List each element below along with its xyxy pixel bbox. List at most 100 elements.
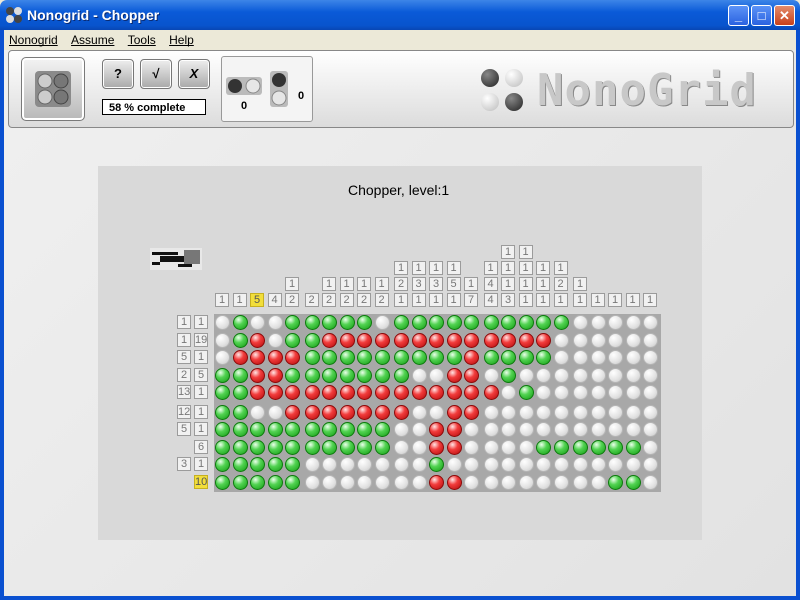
grid-cell-empty[interactable] xyxy=(322,457,337,472)
row-clue[interactable]: 5 xyxy=(177,422,191,436)
row-clue[interactable]: 1 xyxy=(177,332,191,347)
grid-cell-empty[interactable] xyxy=(339,474,355,490)
grid-cell-red[interactable] xyxy=(285,404,300,420)
column-clue[interactable]: 1 xyxy=(339,277,354,291)
column-clue[interactable]: 4 xyxy=(267,293,282,307)
column-clue[interactable]: 1 xyxy=(232,293,247,307)
grid-cell-empty[interactable] xyxy=(501,457,516,472)
row-clue[interactable]: 3 xyxy=(177,457,191,471)
grid-cell-green[interactable] xyxy=(232,385,248,400)
grid-cell-empty[interactable] xyxy=(590,422,606,437)
grid-cell-green[interactable] xyxy=(267,457,283,472)
column-clue[interactable]: 1 xyxy=(483,261,498,275)
grid-cell-empty[interactable] xyxy=(411,367,427,383)
column-clue[interactable]: 1 xyxy=(553,293,568,307)
grid-cell-empty[interactable] xyxy=(483,474,499,490)
new-puzzle-button[interactable] xyxy=(21,57,85,121)
grid-cell-green[interactable] xyxy=(518,315,534,330)
grid-cell-empty[interactable] xyxy=(553,385,569,400)
grid-cell-red[interactable] xyxy=(304,404,320,420)
grid-cell-green[interactable] xyxy=(394,315,409,330)
grid-cell-red[interactable] xyxy=(446,439,462,455)
grid-cell-empty[interactable] xyxy=(215,315,230,330)
grid-cell-green[interactable] xyxy=(339,422,355,437)
grid-cell-empty[interactable] xyxy=(374,315,390,330)
grid-cell-red[interactable] xyxy=(304,385,320,400)
grid-cell-empty[interactable] xyxy=(643,350,658,365)
grid-cell-green[interactable] xyxy=(304,367,320,383)
row-clue[interactable]: 1 xyxy=(194,350,208,364)
hint-button[interactable]: ? xyxy=(102,59,134,89)
grid-cell-green[interactable] xyxy=(357,315,372,330)
column-clue[interactable]: 2 xyxy=(553,277,568,291)
grid-cell-empty[interactable] xyxy=(553,404,569,420)
grid-cell-green[interactable] xyxy=(232,457,248,472)
grid-cell-empty[interactable] xyxy=(553,474,569,490)
grid-cell-empty[interactable] xyxy=(553,457,569,472)
grid-cell-green[interactable] xyxy=(322,315,337,330)
grid-cell-green[interactable] xyxy=(608,474,623,490)
grid-cell-red[interactable] xyxy=(464,367,479,383)
grid-cell-red[interactable] xyxy=(322,404,337,420)
grid-cell-empty[interactable] xyxy=(394,422,409,437)
column-clue[interactable]: 2 xyxy=(357,293,371,307)
column-clue[interactable]: 1 xyxy=(590,293,605,307)
column-clue[interactable]: 7 xyxy=(464,293,478,307)
grid-cell-red[interactable] xyxy=(411,385,427,400)
grid-cell-empty[interactable] xyxy=(464,457,479,472)
grid-cell-green[interactable] xyxy=(357,439,372,455)
row-clue[interactable]: 6 xyxy=(194,439,208,454)
grid-cell-red[interactable] xyxy=(501,332,516,348)
grid-cell-empty[interactable] xyxy=(573,474,588,490)
grid-cell-green[interactable] xyxy=(339,439,355,455)
column-clue[interactable]: 5 xyxy=(250,293,264,307)
grid-cell-empty[interactable] xyxy=(625,404,641,420)
grid-cell-red[interactable] xyxy=(250,332,265,348)
grid-cell-empty[interactable] xyxy=(483,439,499,455)
column-clue[interactable]: 1 xyxy=(553,261,568,275)
grid-cell-green[interactable] xyxy=(285,439,300,455)
grid-cell-empty[interactable] xyxy=(357,474,372,490)
column-clue[interactable]: 2 xyxy=(285,293,299,307)
grid-cell-empty[interactable] xyxy=(590,332,606,348)
grid-cell-empty[interactable] xyxy=(553,367,569,383)
grid-cell-green[interactable] xyxy=(357,422,372,437)
row-clue[interactable]: 1 xyxy=(194,404,208,419)
grid-cell-empty[interactable] xyxy=(573,367,588,383)
row-clue[interactable]: 5 xyxy=(194,367,208,382)
grid-cell-red[interactable] xyxy=(464,332,479,348)
grid-cell-green[interactable] xyxy=(215,385,230,400)
grid-cell-red[interactable] xyxy=(446,367,462,383)
grid-cell-green[interactable] xyxy=(215,367,230,383)
grid-cell-empty[interactable] xyxy=(464,422,479,437)
grid-cell-green[interactable] xyxy=(232,474,248,490)
column-clue[interactable]: 1 xyxy=(573,277,587,291)
grid-cell-green[interactable] xyxy=(304,422,320,437)
grid-cell-empty[interactable] xyxy=(483,457,499,472)
grid-cell-empty[interactable] xyxy=(608,404,623,420)
grid-cell-green[interactable] xyxy=(411,350,427,365)
column-clue[interactable]: 3 xyxy=(501,293,515,307)
column-clue[interactable]: 4 xyxy=(483,277,498,291)
grid-cell-empty[interactable] xyxy=(553,350,569,365)
grid-cell-red[interactable] xyxy=(429,422,444,437)
row-clue[interactable]: 12 xyxy=(177,404,191,419)
grid-cell-red[interactable] xyxy=(483,332,499,348)
grid-cell-empty[interactable] xyxy=(429,404,444,420)
grid-cell-empty[interactable] xyxy=(625,332,641,348)
grid-cell-empty[interactable] xyxy=(394,457,409,472)
column-clue[interactable]: 1 xyxy=(357,277,371,291)
grid-cell-green[interactable] xyxy=(394,350,409,365)
grid-cell-green[interactable] xyxy=(501,350,516,365)
grid-cell-red[interactable] xyxy=(339,404,355,420)
column-clue[interactable]: 1 xyxy=(322,277,336,291)
grid-cell-empty[interactable] xyxy=(501,422,516,437)
grid-cell-green[interactable] xyxy=(267,422,283,437)
grid-cell-green[interactable] xyxy=(232,332,248,348)
grid-cell-empty[interactable] xyxy=(573,332,588,348)
grid-cell-empty[interactable] xyxy=(374,457,390,472)
grid-cell-red[interactable] xyxy=(322,332,337,348)
grid-cell-green[interactable] xyxy=(250,474,265,490)
row-clue[interactable]: 10 xyxy=(194,474,208,489)
grid-cell-red[interactable] xyxy=(357,385,372,400)
